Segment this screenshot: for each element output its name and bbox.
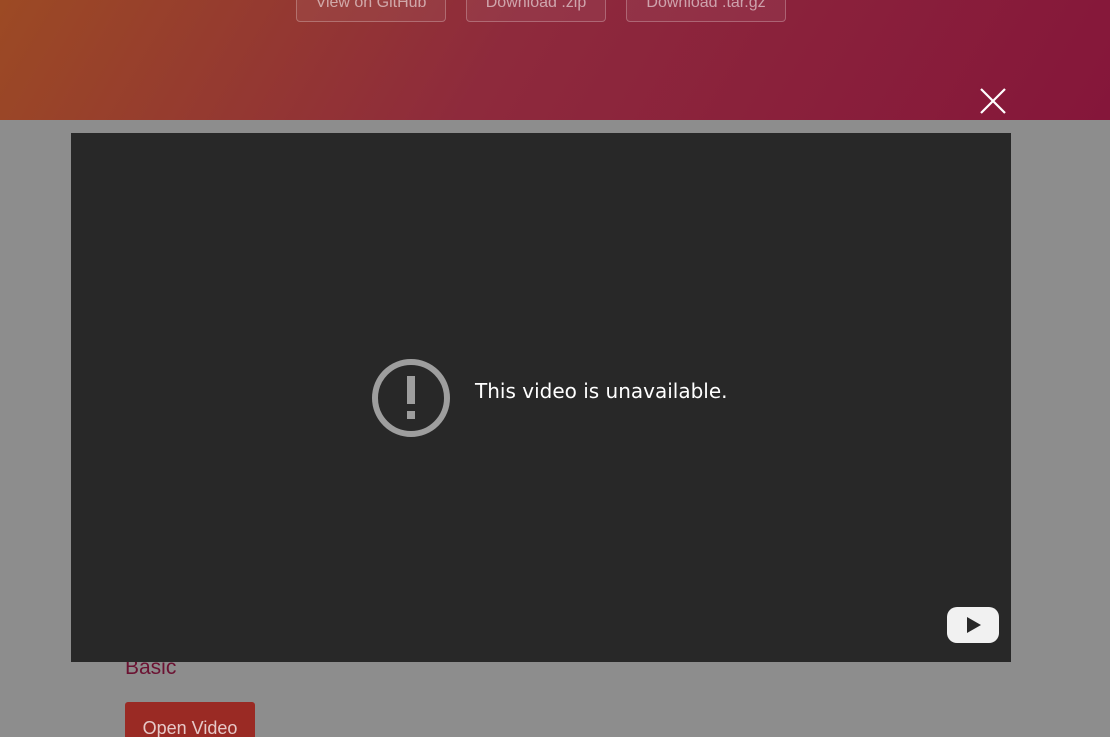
youtube-play-icon[interactable] <box>947 607 999 643</box>
video-unavailable-message: This video is unavailable. <box>475 379 728 403</box>
video-player[interactable]: This video is unavailable. <box>71 133 1011 662</box>
lightbox-overlay[interactable]: This video is unavailable. <box>0 0 1110 737</box>
close-icon[interactable] <box>978 86 1008 116</box>
page: View on GitHub Download .zip Download .t… <box>0 0 1110 737</box>
alert-circle-icon <box>371 358 451 438</box>
